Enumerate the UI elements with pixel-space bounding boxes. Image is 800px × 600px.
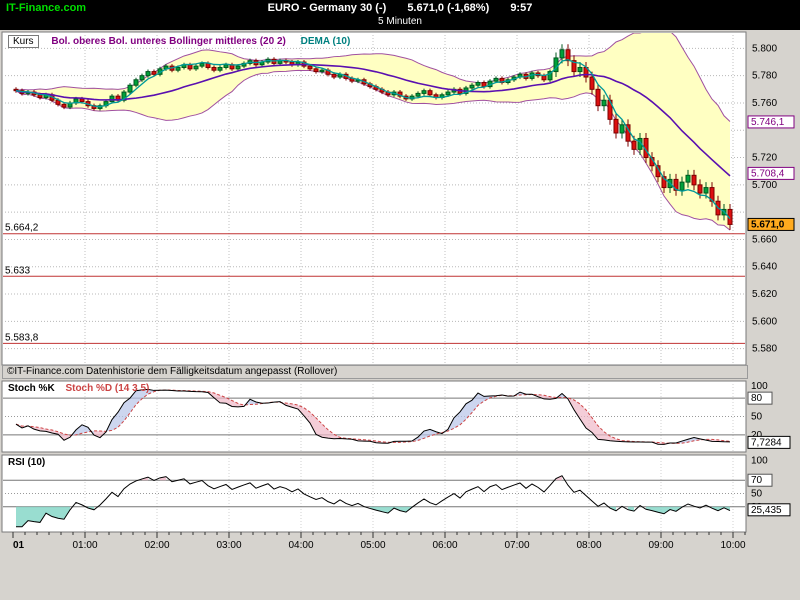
instrument-title: EURO - Germany 30 (-) — [268, 2, 387, 14]
support-line-label: 5.633 — [5, 265, 30, 276]
time-tick-label: 04:00 — [288, 540, 313, 551]
time-tick-label: 02:00 — [144, 540, 169, 551]
svg-text:50: 50 — [751, 489, 763, 500]
svg-text:50: 50 — [751, 412, 763, 423]
price-tick-label: 5.620 — [752, 289, 777, 300]
stoch-axis: 1008050207,7284 — [748, 381, 790, 448]
svg-text:7,7284: 7,7284 — [751, 437, 782, 448]
time-tick-label: 09:00 — [648, 540, 673, 551]
time-tick-label: 01:00 — [72, 540, 97, 551]
time-tick-label: 01 — [13, 540, 25, 551]
svg-text:5.746,1: 5.746,1 — [751, 117, 785, 128]
price-tick-label: 5.720 — [752, 153, 777, 164]
price-tick-label: 5.600 — [752, 316, 777, 327]
time-tick-label: 10:00 — [720, 540, 745, 551]
price-tick-label: 5.660 — [752, 234, 777, 245]
time-tick-label: 05:00 — [360, 540, 385, 551]
support-line-label: 5.664,2 — [5, 223, 39, 234]
svg-text:100: 100 — [751, 455, 768, 466]
svg-text:80: 80 — [751, 393, 763, 404]
time-tick-label: 06:00 — [432, 540, 457, 551]
price-tick-label: 5.580 — [752, 344, 777, 355]
time-tick-label: 07:00 — [504, 540, 529, 551]
svg-text:25,435: 25,435 — [751, 505, 782, 516]
price-axis: 5.800 5.780 5.760 5.720 5.700 5.660 5.640 5.620… — [748, 43, 794, 354]
time-tick-label: 03:00 — [216, 540, 241, 551]
price-tick-label: 5.700 — [752, 180, 777, 191]
time-axis: 01 01:00 02:00 03:00 04:00 05:00 06:00 07:00 08:… — [13, 532, 746, 551]
price-tick-label: 5.760 — [752, 98, 777, 109]
last-price-change: 5.671,0 (-1,68%) — [407, 2, 489, 14]
chart-canvas[interactable]: 5.664,25.6335.583,85.8005.7805.7605.7205… — [0, 30, 800, 600]
price-tick-label: 5.800 — [752, 43, 777, 54]
price-tick-label: 5.640 — [752, 262, 777, 273]
svg-text:5.708,4: 5.708,4 — [751, 168, 785, 179]
quote-time: 9:57 — [510, 2, 532, 14]
trading-chart-window: IT-Finance.com EURO - Germany 30 (-) 5.6… — [0, 0, 800, 600]
support-line-label: 5.583,8 — [5, 332, 39, 343]
svg-text:100: 100 — [751, 381, 768, 392]
chart-title-line: EURO - Germany 30 (-) 5.671,0 (-1,68%) 9… — [0, 2, 800, 14]
interval-label: 5 Minuten — [0, 16, 800, 27]
svg-text:5.671,0: 5.671,0 — [751, 219, 785, 230]
price-tick-label: 5.780 — [752, 71, 777, 82]
time-tick-label: 08:00 — [576, 540, 601, 551]
title-bar: IT-Finance.com EURO - Germany 30 (-) 5.6… — [0, 0, 800, 30]
svg-text:70: 70 — [751, 475, 763, 486]
rsi-axis: 10070503025,435 — [748, 455, 790, 515]
